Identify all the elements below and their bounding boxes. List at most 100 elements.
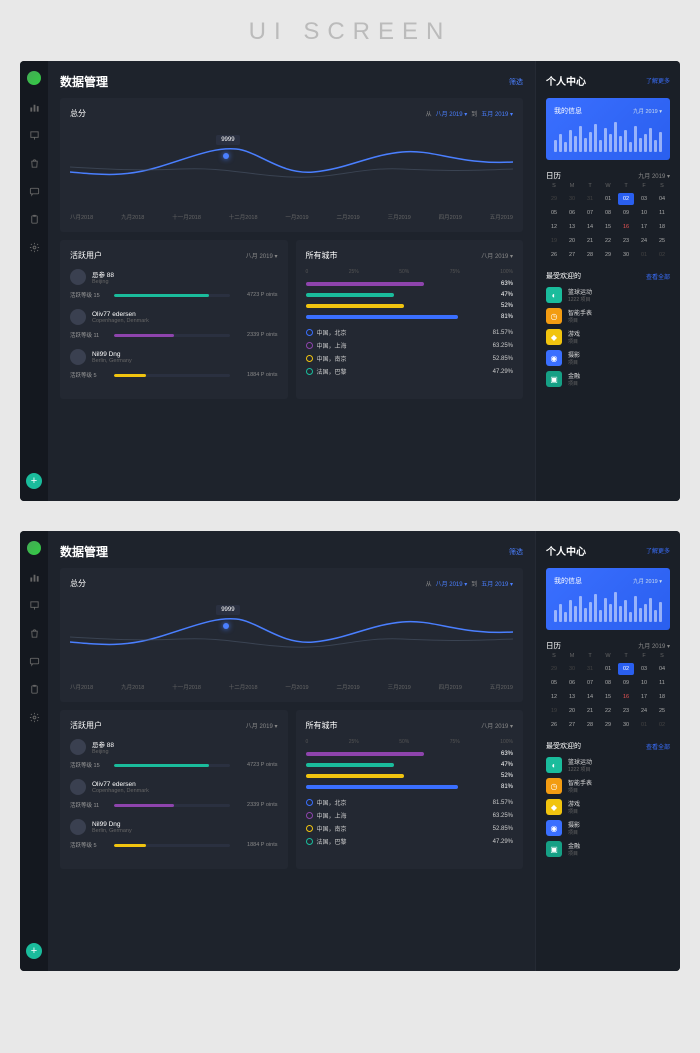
- calendar-day[interactable]: 05: [546, 677, 562, 689]
- active-users-date[interactable]: 八月 2019 ▾: [246, 721, 278, 730]
- calendar-day[interactable]: 19: [546, 235, 562, 247]
- calendar-day[interactable]: 13: [564, 221, 580, 233]
- calendar-day[interactable]: 31: [582, 193, 598, 205]
- settings-icon[interactable]: [28, 241, 40, 253]
- user-item[interactable]: Oliv77 edersenCopenhagen, Denmark: [70, 309, 278, 325]
- popular-item[interactable]: ▣ 金融项目: [546, 371, 670, 387]
- calendar-day[interactable]: 28: [582, 249, 598, 261]
- calendar-day[interactable]: 10: [636, 677, 652, 689]
- calendar-day[interactable]: 07: [582, 677, 598, 689]
- calendar-day[interactable]: 26: [546, 719, 562, 731]
- calendar-day[interactable]: 17: [636, 691, 652, 703]
- range-to[interactable]: 五月 2019 ▾: [481, 109, 513, 118]
- calendar-day[interactable]: 20: [564, 235, 580, 247]
- calendar-day[interactable]: 25: [654, 235, 670, 247]
- calendar-day[interactable]: 06: [564, 207, 580, 219]
- chart-bar-icon[interactable]: [28, 101, 40, 113]
- chat-icon[interactable]: [28, 655, 40, 667]
- calendar-day[interactable]: 03: [636, 663, 652, 675]
- calendar-day[interactable]: 04: [654, 663, 670, 675]
- clipboard-icon[interactable]: [28, 213, 40, 225]
- calendar-day[interactable]: 08: [600, 207, 616, 219]
- calendar-day[interactable]: 22: [600, 705, 616, 717]
- calendar-day[interactable]: 30: [618, 249, 634, 261]
- popular-item[interactable]: ◆ 游戏项目: [546, 799, 670, 815]
- calendar-day[interactable]: 05: [546, 207, 562, 219]
- calendar-day[interactable]: 07: [582, 207, 598, 219]
- filter-link[interactable]: 筛选: [509, 77, 523, 87]
- fab-add-button[interactable]: +: [26, 473, 42, 489]
- calendar-day[interactable]: 02: [618, 663, 634, 675]
- popular-item[interactable]: ◆ 游戏项目: [546, 329, 670, 345]
- calendar-date[interactable]: 九月 2019 ▾: [638, 171, 670, 180]
- active-users-date[interactable]: 八月 2019 ▾: [246, 251, 278, 260]
- fab-add-button[interactable]: +: [26, 943, 42, 959]
- calendar-day[interactable]: 30: [564, 193, 580, 205]
- calendar-day[interactable]: 21: [582, 705, 598, 717]
- user-item[interactable]: Nil99 DngBerlin, Germany: [70, 349, 278, 365]
- sidebar-avatar[interactable]: [27, 541, 41, 555]
- calendar-day[interactable]: 14: [582, 221, 598, 233]
- popular-item[interactable]: ◷ 智能手表项目: [546, 778, 670, 794]
- filter-link[interactable]: 筛选: [509, 547, 523, 557]
- calendar-day[interactable]: 24: [636, 705, 652, 717]
- calendar-day[interactable]: 12: [546, 221, 562, 233]
- calendar-day[interactable]: 10: [636, 207, 652, 219]
- my-info-card[interactable]: 我的信息 九月 2019 ▾: [546, 568, 670, 630]
- calendar-day[interactable]: 13: [564, 691, 580, 703]
- learn-more-link[interactable]: 了解更多: [646, 76, 670, 85]
- range-from[interactable]: 八月 2019 ▾: [436, 109, 468, 118]
- calendar-day[interactable]: 02: [654, 719, 670, 731]
- calendar-day[interactable]: 02: [618, 193, 634, 205]
- popular-item[interactable]: ◉ 摄影项目: [546, 820, 670, 836]
- cities-date[interactable]: 八月 2019 ▾: [481, 251, 513, 260]
- calendar-day[interactable]: 22: [600, 235, 616, 247]
- shopping-bag-icon[interactable]: [28, 627, 40, 639]
- range-from[interactable]: 八月 2019 ▾: [436, 579, 468, 588]
- calendar-day[interactable]: 27: [564, 719, 580, 731]
- user-item[interactable]: Oliv77 edersenCopenhagen, Denmark: [70, 779, 278, 795]
- calendar-day[interactable]: 04: [654, 193, 670, 205]
- calendar-day[interactable]: 24: [636, 235, 652, 247]
- popular-item[interactable]: ◷ 智能手表项目: [546, 308, 670, 324]
- calendar-day[interactable]: 15: [600, 221, 616, 233]
- calendar-day[interactable]: 19: [546, 705, 562, 717]
- calendar-day[interactable]: 16: [618, 221, 634, 233]
- calendar-day[interactable]: 12: [546, 691, 562, 703]
- calendar-day[interactable]: 03: [636, 193, 652, 205]
- calendar-day[interactable]: 30: [618, 719, 634, 731]
- my-info-card[interactable]: 我的信息 九月 2019 ▾: [546, 98, 670, 160]
- calendar-day[interactable]: 29: [546, 193, 562, 205]
- user-item[interactable]: Nil99 DngBerlin, Germany: [70, 819, 278, 835]
- sidebar-avatar[interactable]: [27, 71, 41, 85]
- view-all-link[interactable]: 查看全部: [646, 742, 670, 751]
- calendar-day[interactable]: 29: [600, 249, 616, 261]
- calendar-day[interactable]: 26: [546, 249, 562, 261]
- calendar-day[interactable]: 21: [582, 235, 598, 247]
- presentation-icon[interactable]: [28, 129, 40, 141]
- range-to[interactable]: 五月 2019 ▾: [481, 579, 513, 588]
- calendar-day[interactable]: 28: [582, 719, 598, 731]
- clipboard-icon[interactable]: [28, 683, 40, 695]
- user-item[interactable]: 忌参 88Beijing: [70, 269, 278, 285]
- calendar-day[interactable]: 20: [564, 705, 580, 717]
- calendar-date[interactable]: 九月 2019 ▾: [638, 641, 670, 650]
- calendar-day[interactable]: 29: [600, 719, 616, 731]
- popular-item[interactable]: ◐ 篮球运动1222 项目: [546, 757, 670, 773]
- view-all-link[interactable]: 查看全部: [646, 272, 670, 281]
- calendar-day[interactable]: 18: [654, 691, 670, 703]
- calendar-day[interactable]: 17: [636, 221, 652, 233]
- shopping-bag-icon[interactable]: [28, 157, 40, 169]
- presentation-icon[interactable]: [28, 599, 40, 611]
- popular-item[interactable]: ◉ 摄影项目: [546, 350, 670, 366]
- calendar-day[interactable]: 16: [618, 691, 634, 703]
- cities-date[interactable]: 八月 2019 ▾: [481, 721, 513, 730]
- calendar-day[interactable]: 25: [654, 705, 670, 717]
- calendar-day[interactable]: 31: [582, 663, 598, 675]
- calendar-day[interactable]: 27: [564, 249, 580, 261]
- calendar-day[interactable]: 11: [654, 677, 670, 689]
- calendar-day[interactable]: 01: [636, 249, 652, 261]
- calendar-day[interactable]: 02: [654, 249, 670, 261]
- popular-item[interactable]: ▣ 金融项目: [546, 841, 670, 857]
- calendar-day[interactable]: 14: [582, 691, 598, 703]
